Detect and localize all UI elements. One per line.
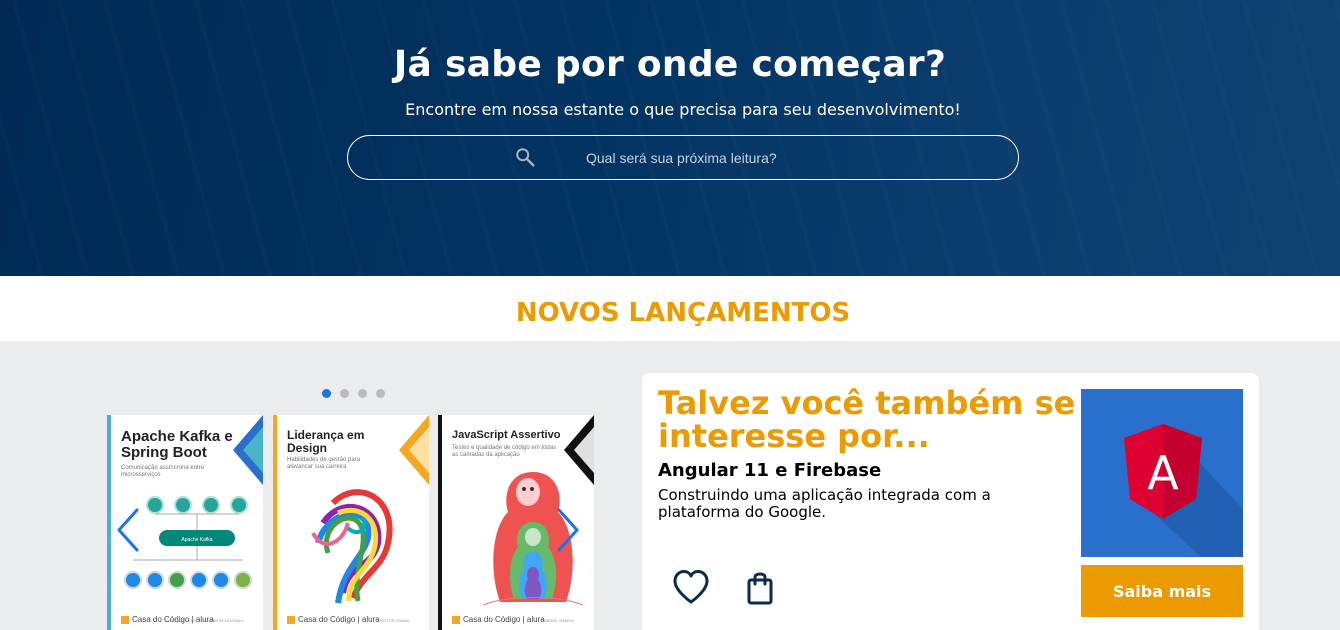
chevron-right-icon[interactable] <box>553 505 583 555</box>
book-author: VICTOR ZANINI <box>379 618 409 623</box>
carousel-dot[interactable] <box>376 389 385 398</box>
hero-title: Já sabe por onde começar? <box>393 44 947 85</box>
book-title: JavaScript Assertivo <box>452 429 561 441</box>
carousel-pagination <box>322 389 385 398</box>
carousel-dot[interactable] <box>358 389 367 398</box>
publisher-logo: Casa do Código | alura <box>287 615 380 624</box>
carousel-dot[interactable] <box>322 389 331 398</box>
suggestion-card: Talvez você também se interesse por... A… <box>642 373 1259 630</box>
section-title: NOVOS LANÇAMENTOS <box>515 298 851 328</box>
chevron-left-icon[interactable] <box>113 505 143 555</box>
book-subtitle: Testes e qualidade de código em todas as… <box>452 445 557 458</box>
angular-logo: A <box>1124 424 1243 557</box>
book-subtitle: Habilidades de gestão para alavancar sua… <box>287 457 361 470</box>
learn-more-button[interactable]: Saiba mais <box>1081 565 1243 617</box>
suggested-book-cover[interactable]: A <box>1081 389 1243 557</box>
book-subtitle: Comunicação assíncrona entre microsservi… <box>121 465 205 478</box>
heart-icon[interactable] <box>672 569 710 605</box>
cover-corner-shape <box>233 415 263 485</box>
cover-stripe <box>107 415 111 630</box>
hero-banner: Já sabe por onde começar? Encontre em no… <box>0 0 1340 276</box>
book-title: Apache Kafka e Spring Boot <box>121 428 233 461</box>
angular-letter: A <box>1147 446 1179 500</box>
suggested-book-description: Construindo uma aplicação integrada com … <box>658 486 991 521</box>
book-cover-lideranca[interactable]: Liderança em Design Habilidades de gestã… <box>273 415 429 630</box>
search-bar[interactable] <box>347 135 1019 180</box>
carousel-dot[interactable] <box>340 389 349 398</box>
section-header: NOVOS LANÇAMENTOS <box>0 276 1340 341</box>
publisher-logo: Casa do Código | alura <box>452 615 545 624</box>
cover-stripe <box>273 415 277 630</box>
hero-subtitle: Encontre em nossa estante o que precisa … <box>405 100 961 119</box>
diagram-label: Apache Kafka <box>181 537 212 543</box>
search-icon[interactable] <box>514 146 536 168</box>
search-input[interactable] <box>586 146 986 170</box>
book-author: GABRIEL RAMOS <box>541 618 574 623</box>
book-title: Liderança em Design <box>287 428 365 455</box>
suggested-book-title: Angular 11 e Firebase <box>658 460 882 481</box>
suggestion-heading: Talvez você também se interesse por... <box>658 384 1076 455</box>
cover-stripe <box>438 415 442 630</box>
cover-corner-shape <box>399 415 429 485</box>
book-author: EDUARDO FELIPE ZAMBOM SANTANA <box>169 618 243 623</box>
colorful-head-illustration <box>311 489 393 604</box>
shopping-bag-icon[interactable] <box>746 570 774 606</box>
